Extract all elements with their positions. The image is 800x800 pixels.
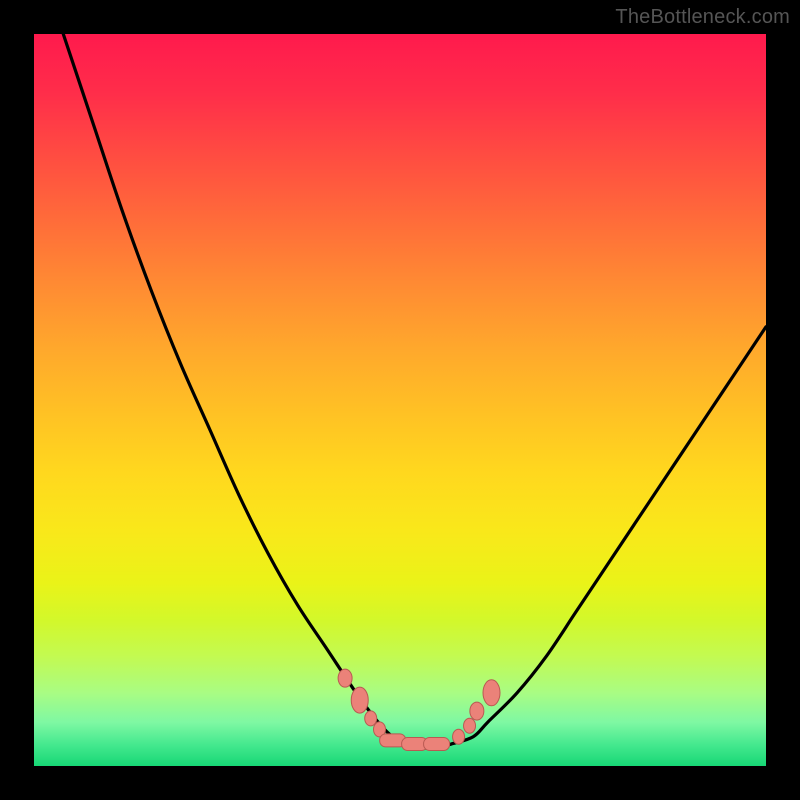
plot-area	[34, 34, 766, 766]
chart-svg	[34, 34, 766, 766]
chart-frame: TheBottleneck.com	[0, 0, 800, 800]
marker-layer	[338, 669, 500, 750]
curve-marker	[483, 680, 500, 706]
curve-marker	[453, 729, 465, 744]
curve-marker	[470, 702, 484, 720]
curve-layer	[63, 34, 766, 748]
attribution-text: TheBottleneck.com	[615, 6, 790, 29]
curve-marker	[338, 669, 352, 687]
curve-marker	[351, 687, 368, 713]
curve-marker	[464, 718, 476, 733]
curve-marker	[424, 738, 450, 751]
bottleneck-curve	[63, 34, 766, 748]
curve-marker	[365, 711, 377, 726]
